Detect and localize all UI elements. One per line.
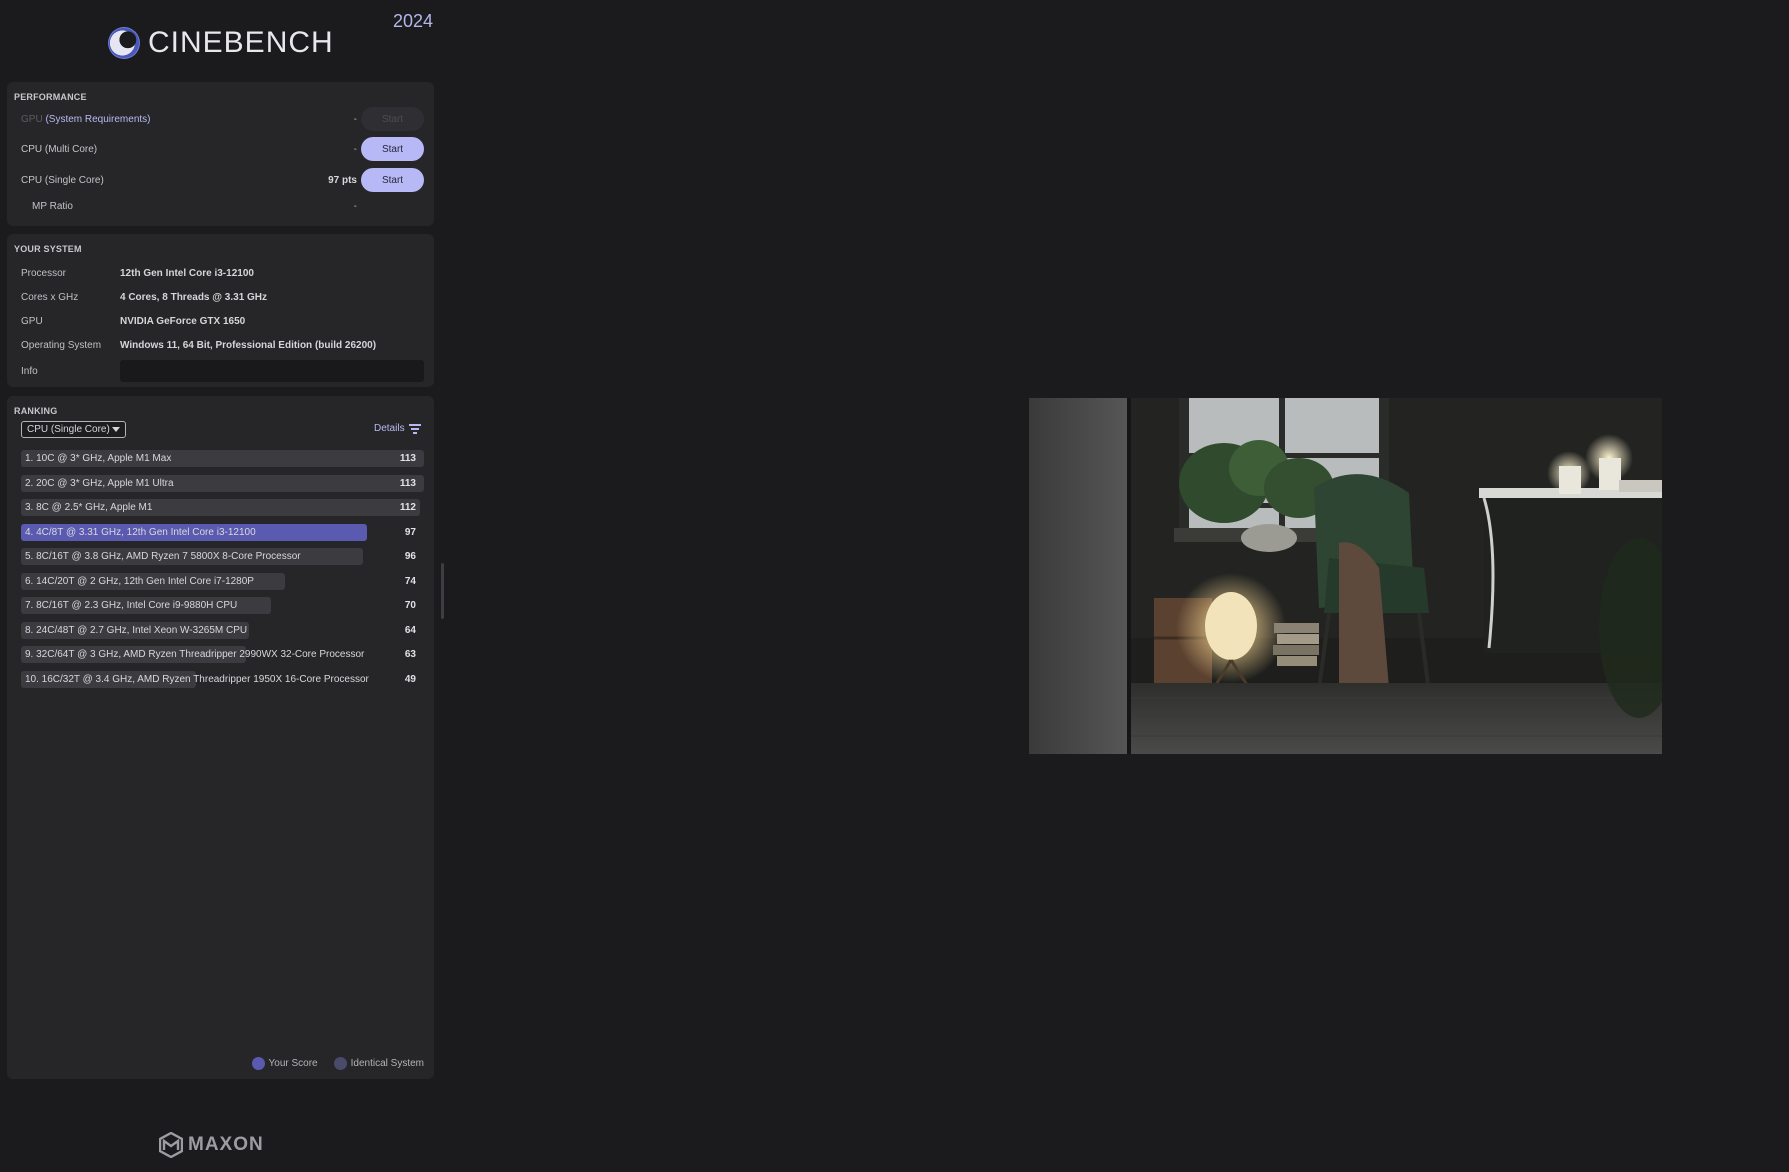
system-key: Info [21, 365, 38, 377]
system-row-gpu: GPU NVIDIA GeForce GTX 1650 [21, 311, 424, 331]
system-value: 4 Cores, 8 Threads @ 3.31 GHz [120, 291, 268, 303]
sidebar-resize-handle[interactable] [441, 563, 444, 619]
cpu-multi-label: CPU (Multi Core) [21, 143, 98, 155]
ranking-label: 6. 14C/20T @ 2 GHz, 12th Gen Intel Core … [25, 575, 254, 587]
system-value: NVIDIA GeForce GTX 1650 [120, 315, 246, 327]
ranking-score: 49 [404, 673, 416, 685]
app-brand: CINEBENCH [108, 26, 334, 60]
details-label: Details [374, 423, 405, 434]
system-key: Processor [21, 267, 67, 279]
legend-identical-system: Identical System [333, 1057, 424, 1070]
system-value: 12th Gen Intel Core i3-12100 [120, 267, 254, 279]
gpu-start-button: Start [361, 107, 424, 131]
cinebench-logo-icon [108, 27, 140, 59]
legend-identical-system-label: Identical System [350, 1058, 424, 1069]
maxon-wordmark: MAXON [188, 1134, 264, 1155]
ranking-score: 112 [399, 502, 416, 513]
render-image [1029, 398, 1662, 754]
perf-row-cpu-single: CPU (Single Core) 97 pts Start [21, 168, 424, 192]
ranking-row[interactable]: 8. 24C/48T @ 2.7 GHz, Intel Xeon W-3265M… [21, 621, 424, 639]
ranking-label: 8. 24C/48T @ 2.7 GHz, Intel Xeon W-3265M… [25, 624, 248, 636]
cpu-single-start-button[interactable]: Start [361, 168, 424, 192]
legend-your-score: Your Score [251, 1057, 318, 1070]
performance-panel: PERFORMANCE GPU (System Requirements) - … [7, 82, 434, 226]
ranking-score: 64 [404, 624, 416, 636]
ranking-label: 5. 8C/16T @ 3.8 GHz, AMD Ryzen 7 5800X 8… [25, 551, 301, 562]
identical-system-swatch [333, 1057, 347, 1070]
system-row-os: Operating System Windows 11, 64 Bit, Pro… [21, 335, 424, 355]
ranking-score: 113 [399, 453, 416, 464]
filter-icon [408, 424, 421, 434]
ranking-score: 97 [404, 526, 416, 538]
cpu-single-score: 97 pts [328, 174, 357, 186]
ranking-label: 9. 32C/64T @ 3 GHz, AMD Ryzen Threadripp… [25, 649, 365, 660]
legend-your-score-label: Your Score [268, 1058, 318, 1069]
details-button[interactable]: Details [374, 423, 421, 434]
chevron-down-icon [112, 427, 120, 432]
system-key: Cores x GHz [21, 291, 79, 303]
system-requirements-link[interactable]: (System Requirements) [45, 114, 150, 125]
system-panel: YOUR SYSTEM Processor 12th Gen Intel Cor… [7, 234, 434, 387]
ranking-label: 7. 8C/16T @ 2.3 GHz, Intel Core i9-9880H… [25, 600, 238, 611]
ranking-row[interactable]: 5. 8C/16T @ 3.8 GHz, AMD Ryzen 7 5800X 8… [21, 548, 424, 565]
gpu-label-text: GPU [21, 113, 43, 125]
ranking-score: 113 [399, 477, 416, 489]
cpu-multi-score: - [353, 143, 357, 155]
ranking-score: 70 [404, 600, 416, 611]
performance-title: PERFORMANCE [14, 92, 87, 102]
system-row-processor: Processor 12th Gen Intel Core i3-12100 [21, 263, 424, 283]
app-name: CINEBENCH [148, 26, 334, 59]
cpu-single-label: CPU (Single Core) [21, 174, 104, 186]
system-value: Windows 11, 64 Bit, Professional Edition… [120, 339, 377, 351]
ranking-row[interactable]: 10. 16C/32T @ 3.4 GHz, AMD Ryzen Threadr… [21, 670, 424, 688]
ranking-row[interactable]: 2. 20C @ 3* GHz, Apple M1 Ultra 113 [21, 474, 424, 492]
perf-row-cpu-multi: CPU (Multi Core) - Start [21, 137, 424, 161]
your-score-swatch [251, 1057, 265, 1070]
ranking-score: 96 [404, 551, 416, 562]
ranking-test-select[interactable]: CPU (Single Core) [21, 421, 126, 438]
system-row-info: Info [21, 359, 424, 383]
perf-row-gpu: GPU (System Requirements) - Start [21, 107, 424, 131]
gpu-score: - [353, 113, 357, 125]
ranking-score: 74 [404, 575, 416, 587]
ranking-title: RANKING [14, 406, 58, 416]
system-title: YOUR SYSTEM [14, 244, 82, 254]
ranking-list: 1. 10C @ 3* GHz, Apple M1 Max 113 2. 20C @… [21, 450, 424, 695]
sidebar: CINEBENCH 2024 PERFORMANCE GPU (System R… [0, 0, 442, 1172]
maxon-brand: MAXON [159, 1132, 264, 1158]
ranking-label: 2. 20C @ 3* GHz, Apple M1 Ultra [25, 477, 174, 489]
ranking-row-your-system[interactable]: 4. 4C/8T @ 3.31 GHz, 12th Gen Intel Core… [21, 523, 424, 541]
ranking-label: 10. 16C/32T @ 3.4 GHz, AMD Ryzen Threadr… [25, 673, 369, 685]
ranking-panel: RANKING CPU (Single Core) Details 1. 10C… [7, 396, 434, 1079]
ranking-row[interactable]: 1. 10C @ 3* GHz, Apple M1 Max 113 [21, 450, 424, 467]
mp-ratio-value: - [353, 200, 357, 212]
ranking-score: 63 [404, 649, 416, 660]
cpu-multi-start-button[interactable]: Start [361, 137, 424, 161]
perf-row-mp-ratio: MP Ratio - [21, 194, 424, 218]
maxon-logo-icon [159, 1132, 183, 1158]
system-key: Operating System [21, 339, 102, 351]
gpu-label: GPU (System Requirements) [21, 114, 287, 125]
ranking-row[interactable]: 3. 8C @ 2.5* GHz, Apple M1 112 [21, 499, 424, 516]
system-key: GPU [21, 315, 43, 327]
ranking-label: 4. 4C/8T @ 3.31 GHz, 12th Gen Intel Core… [25, 526, 256, 538]
ranking-label: 1. 10C @ 3* GHz, Apple M1 Max [25, 453, 172, 464]
system-row-cores: Cores x GHz 4 Cores, 8 Threads @ 3.31 GH… [21, 287, 424, 307]
ranking-row[interactable]: 9. 32C/64T @ 3 GHz, AMD Ryzen Threadripp… [21, 646, 424, 663]
app-year: 2024 [393, 11, 434, 31]
ranking-row[interactable]: 7. 8C/16T @ 2.3 GHz, Intel Core i9-9880H… [21, 597, 424, 614]
render-viewport [1029, 398, 1662, 754]
ranking-test-select-value: CPU (Single Core) [27, 424, 110, 435]
mp-ratio-label: MP Ratio [32, 200, 73, 212]
ranking-legend: Your Score Identical System [251, 1057, 424, 1070]
ranking-label: 3. 8C @ 2.5* GHz, Apple M1 [25, 502, 153, 513]
ranking-row[interactable]: 6. 14C/20T @ 2 GHz, 12th Gen Intel Core … [21, 572, 424, 590]
info-field[interactable] [120, 360, 424, 382]
